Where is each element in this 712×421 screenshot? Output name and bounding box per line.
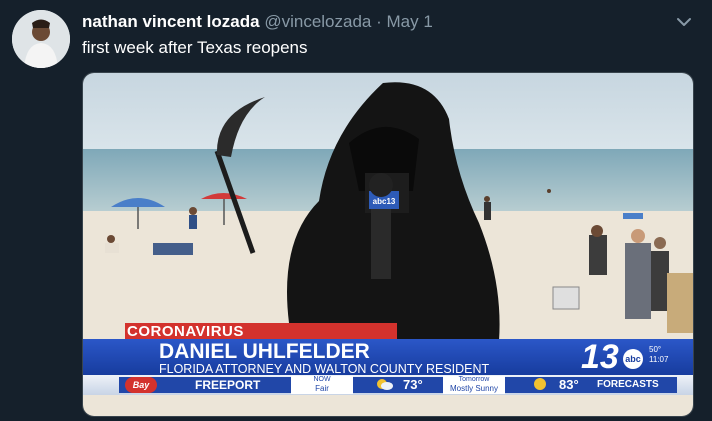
tomorrow-segment: Tomorrow Mostly Sunny: [443, 376, 505, 394]
tweet-media[interactable]: abc13 CORONAVIRUS DANIEL UHLFELDER FLORI…: [82, 72, 694, 417]
tomorrow-label: Tomorrow: [458, 376, 490, 383]
lower-third-name: DANIEL UHLFELDER: [159, 340, 370, 363]
author-handle[interactable]: @vincelozada: [264, 12, 371, 31]
now-label: NOW: [313, 376, 331, 383]
chevron-down-icon[interactable]: [674, 12, 694, 32]
now-segment: NOW Fair: [291, 376, 353, 394]
station-logo: 13: [581, 338, 619, 376]
mic-flag-text: abc13: [373, 197, 396, 206]
separator-dot: ·: [376, 12, 382, 31]
tweet-header: nathan vincent lozada @vincelozada · May…: [82, 10, 692, 34]
corner-temp: 50°: [649, 345, 662, 354]
avatar-image: [12, 10, 70, 68]
lower-third-title: FLORIDA ATTORNEY AND WALTON COUNTY RESID…: [159, 362, 490, 376]
ticker-logo: Bay: [125, 377, 157, 393]
tweet-date[interactable]: May 1: [387, 12, 433, 31]
corner-weather: 50° 11:07: [649, 345, 668, 365]
network-logo: abc: [623, 349, 643, 369]
tomorrow-temp: 83°: [559, 377, 579, 392]
sunny-icon: [534, 378, 546, 390]
tweet-text: first week after Texas reopens: [82, 38, 308, 57]
ticker-city: FREEPORT: [195, 378, 261, 392]
corner-time: 11:07: [649, 355, 669, 364]
tomorrow-condition: Mostly Sunny: [449, 384, 499, 393]
user-avatar[interactable]: [12, 10, 70, 68]
partly-sunny-icon: [377, 379, 393, 390]
now-condition: Fair: [315, 384, 329, 393]
forecasts-label: FORECASTS: [597, 379, 659, 390]
author-name[interactable]: nathan vincent lozada: [82, 12, 260, 31]
now-temp: 73°: [403, 377, 423, 392]
